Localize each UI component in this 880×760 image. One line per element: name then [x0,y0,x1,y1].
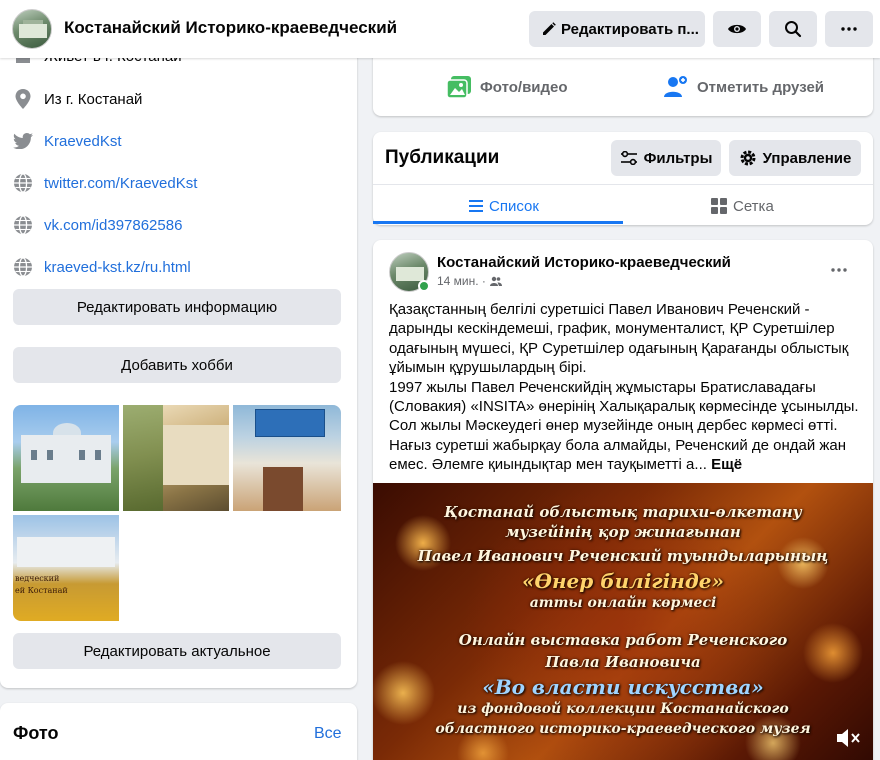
tab-list[interactable]: Список [469,194,539,218]
featured-photo-caption: ведческий ей Костанай [15,574,68,595]
image-text-line: Қостанай облыстық тарихи-өлкетану [444,503,802,521]
eye-icon [728,24,746,34]
post-timestamp[interactable]: 14 мин. · [437,274,502,288]
image-text-line: областного историко-краеведческого музея [435,721,811,737]
online-status-dot [418,280,430,292]
image-text-line: «Во власти искусства» [482,675,764,699]
tag-friends-button[interactable]: Отметить друзей [663,74,824,100]
filters-button[interactable]: Фильтры [611,140,721,176]
image-text-line: Павла Ивановича [545,653,701,671]
edit-page-label: Редактировать п... [561,20,699,38]
ellipsis-icon [831,268,847,272]
photo-icon [446,76,471,99]
image-text-line: Павел Иванович Реченский туындыларының [417,547,829,565]
intro-twitter-link[interactable]: twitter.com/KraevedKst [12,171,197,195]
publications-separator [373,184,873,185]
intro-twitter-handle[interactable]: KraevedKst [12,129,122,153]
image-text-line: атты онлайн көрмесі [529,595,717,611]
location-pin-icon [12,88,34,110]
ellipsis-icon [841,27,857,31]
image-text-line: «Өнер билігінде» [522,569,724,593]
photos-card: Фото Все [0,703,357,760]
publications-card: Публикации Фильтры Управление Список Сет… [373,132,873,225]
volume-muted-icon[interactable] [835,727,861,749]
intro-from: Из г. Костанай [12,87,142,111]
page-avatar[interactable] [12,9,52,49]
post-text: Қазақстанның белгілі суретшісі Павел Ива… [389,300,859,475]
photo-video-button[interactable]: Фото/видео [446,74,568,100]
post-card: Костанайский Историко-краеведческий 14 м… [373,240,873,760]
post-options-button[interactable] [825,260,853,280]
edit-info-button[interactable]: Редактировать информацию [13,289,341,325]
view-as-button[interactable] [713,11,761,47]
photos-see-all-link[interactable]: Все [314,725,342,743]
post-image[interactable]: Қостанай облыстық тарихи-өлкетану музейі… [373,483,873,760]
featured-photo-1[interactable] [13,405,119,511]
list-icon [469,200,483,212]
see-more-link[interactable]: Ещё [711,456,742,473]
audience-friends-icon [489,276,502,286]
edit-featured-button[interactable]: Редактировать актуальное [13,633,341,669]
twitter-icon [12,130,34,152]
globe-icon [12,256,34,278]
image-text-line: из фондовой коллекции Костанайского [457,701,789,717]
featured-photo-4[interactable]: ведческий ей Костанай [13,515,119,621]
edit-page-button[interactable]: Редактировать п... [529,11,705,47]
manage-button[interactable]: Управление [729,140,861,176]
tab-grid[interactable]: Сетка [711,194,774,218]
featured-photo-3[interactable] [233,405,341,511]
tag-friends-icon [664,76,687,97]
publications-title: Публикации [385,147,500,168]
page-title[interactable]: Костанайский Историко-краеведческий [64,18,397,38]
more-options-button[interactable] [825,11,873,47]
active-tab-indicator [373,221,623,224]
filters-icon [620,151,637,165]
image-text-line: музейінің қор жинағынан [505,523,741,541]
search-icon [785,21,802,38]
featured-photo-2[interactable] [123,405,229,511]
gear-icon [740,150,756,166]
post-paragraph-2: 1997 жылы Павел Реченскийдің жұмыстары Б… [389,378,859,474]
post-paragraph-1: Қазақстанның белгілі суретшісі Павел Ива… [389,301,849,377]
globe-icon [12,172,34,194]
photos-title: Фото [13,723,59,743]
intro-website-link[interactable]: kraeved-kst.kz/ru.html [12,255,191,279]
add-hobby-button[interactable]: Добавить хобби [13,347,341,383]
grid-icon [711,198,727,214]
search-button[interactable] [769,11,817,47]
post-author-name[interactable]: Костанайский Историко-краеведческий [437,254,731,271]
globe-icon [12,214,34,236]
intro-vk-link[interactable]: vk.com/id397862586 [12,213,182,237]
page-header: Костанайский Историко-краеведческий Реда… [0,0,880,58]
image-text-line: Онлайн выставка работ Реченского [458,631,788,649]
pencil-icon [543,22,556,35]
